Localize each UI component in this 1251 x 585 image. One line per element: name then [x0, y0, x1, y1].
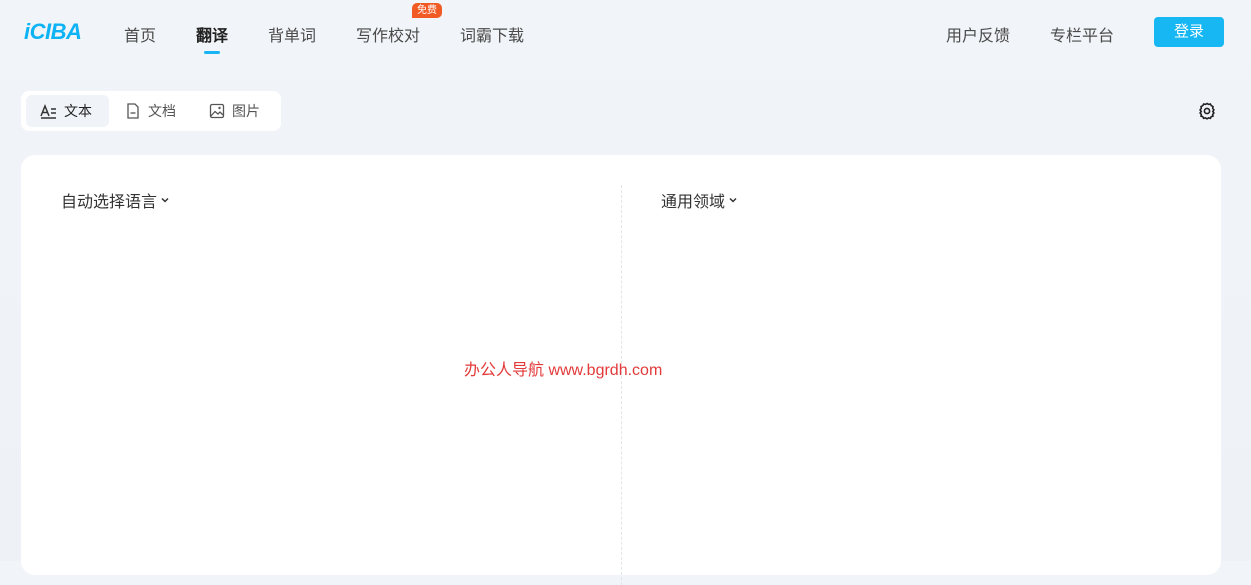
source-language-select[interactable]: 自动选择语言	[61, 188, 170, 212]
nav-download[interactable]: 词霸下载	[460, 22, 524, 46]
tab-image[interactable]: 图片	[208, 95, 260, 127]
gear-icon[interactable]	[1197, 101, 1217, 121]
source-text-input[interactable]	[61, 225, 605, 559]
domain-select[interactable]: 通用领域	[661, 188, 738, 212]
chevron-down-icon	[161, 197, 169, 203]
feedback-link[interactable]: 用户反馈	[946, 22, 1010, 46]
panel-divider	[621, 185, 622, 585]
watermark-text: 办公人导航 www.bgrdh.com	[464, 362, 663, 379]
free-badge: 免费	[412, 3, 442, 18]
tab-text-label: 文本	[64, 103, 92, 119]
text-icon	[40, 102, 58, 120]
column-platform-link[interactable]: 专栏平台	[1050, 22, 1114, 46]
tab-text[interactable]: 文本	[26, 95, 109, 127]
nav-active-indicator	[204, 51, 220, 54]
tab-document-label: 文档	[148, 103, 176, 119]
iciba-logo[interactable]: iCIBA	[24, 19, 82, 45]
login-button[interactable]: 登录	[1154, 17, 1224, 47]
mode-tabs: 文本 文档 图片	[21, 91, 281, 131]
source-language-label: 自动选择语言	[61, 194, 158, 211]
nav-vocabulary[interactable]: 背单词	[268, 22, 316, 46]
image-icon	[208, 102, 226, 120]
chevron-down-icon	[729, 197, 737, 203]
nav-home[interactable]: 首页	[124, 22, 156, 46]
document-icon	[124, 102, 142, 120]
tab-document[interactable]: 文档	[124, 95, 176, 127]
top-header: iCIBA 首页 翻译 背单词 写作校对 免费 词霸下载 用户反馈 专栏平台 登…	[0, 0, 1251, 66]
tab-image-label: 图片	[232, 103, 260, 119]
nav-translate[interactable]: 翻译	[196, 22, 228, 46]
domain-label: 通用领域	[661, 194, 726, 211]
nav-writing-check[interactable]: 写作校对	[356, 22, 420, 46]
